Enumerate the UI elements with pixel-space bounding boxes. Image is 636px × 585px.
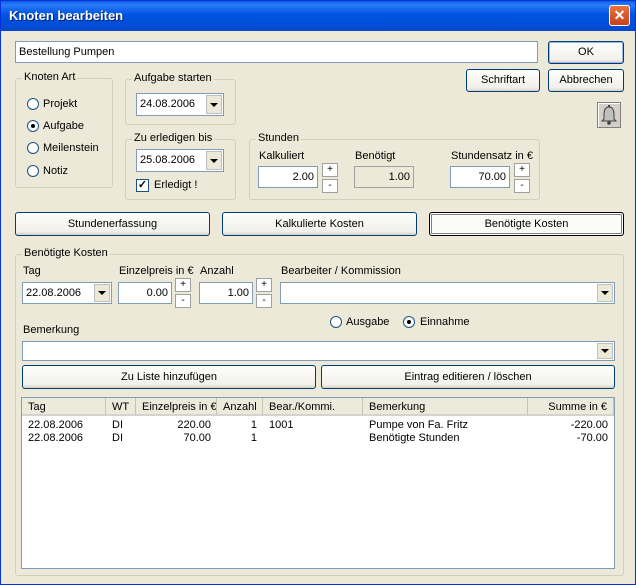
cancel-button[interactable]: Abbrechen [548,69,624,92]
table-cell: DI [112,432,123,444]
font-button[interactable]: Schriftart [466,69,540,92]
table-cell: 1 [250,419,257,431]
anzahl-input[interactable]: 1.00 [199,282,253,304]
column-header-bearbeiter[interactable]: Bear./Kommi. [263,398,363,416]
bemerkung-combo[interactable] [22,341,615,361]
knoten-art-title: Knoten Art [22,71,78,83]
done-label: Erledigt ! [154,179,198,191]
radio-meilenstein-label: Meilenstein [43,142,99,154]
table-cell: 70.00 [183,432,211,444]
add-to-list-button[interactable]: Zu Liste hinzufügen [22,365,316,389]
radio-projekt-label: Projekt [43,98,78,110]
tab-benoetigte-kosten[interactable]: Benötigte Kosten [429,212,624,236]
table-cell: Pumpe von Fa. Fritz [369,419,469,431]
benoetigte-kosten-title: Benötigte Kosten [22,247,110,259]
bemerkung-label: Bemerkung [23,324,80,336]
zu-erledigen-title: Zu erledigen bis [132,132,215,144]
tab-stundenerfassung[interactable]: Stundenerfassung [15,212,210,236]
einzelpreis-plus-button[interactable]: + [175,278,191,292]
cost-list[interactable]: Tag WT Einzelpreis in € Anzahl Bear./Kom… [21,397,615,569]
radio-notiz-label: Notiz [43,165,69,177]
chevron-down-icon[interactable] [597,284,613,302]
table-cell: -220.00 [570,419,608,431]
radio-aufgabe[interactable] [27,120,39,132]
stundensatz-input[interactable]: 70.00 [450,166,510,188]
done-checkbox[interactable]: ✓ [136,179,149,192]
radio-notiz[interactable] [27,165,39,177]
benoetigt-label: Benötigt [355,150,396,162]
radio-projekt[interactable] [27,98,39,110]
radio-aufgabe-label: Aufgabe [43,120,84,132]
start-date-picker[interactable]: 24.08.2006 [136,93,224,116]
table-cell: Benötigte Stunden [369,432,460,444]
radio-ausgabe[interactable] [330,316,342,328]
window-title: Knoten bearbeiten [9,8,124,23]
bearbeiter-combo[interactable] [280,282,615,304]
radio-einnahme-label: Einnahme [420,316,470,328]
column-header-summe[interactable]: Summe in € [528,398,614,416]
kalkuliert-label: Kalkuliert [259,150,305,162]
radio-einnahme[interactable] [403,316,415,328]
close-button[interactable]: ✕ [609,5,630,26]
anzahl-minus-button[interactable]: - [256,294,272,308]
column-header-bemerkung[interactable]: Bemerkung [363,398,528,416]
stunden-title: Stunden [256,132,301,144]
column-header-anzahl[interactable]: Anzahl [217,398,263,416]
einzelpreis-minus-button[interactable]: - [175,294,191,308]
table-cell: 22.08.2006 [28,432,84,444]
benoetigt-value: 1.00 [354,166,414,188]
chevron-down-icon[interactable] [206,151,222,170]
node-name-input[interactable]: Bestellung Pumpen [15,41,538,63]
tag-label: Tag [23,265,41,277]
stundensatz-minus-button[interactable]: - [514,179,530,193]
radio-meilenstein[interactable] [27,142,39,154]
table-cell: DI [112,419,123,431]
chevron-down-icon[interactable] [597,343,613,359]
column-header-wt[interactable]: WT [106,398,136,416]
kalkuliert-plus-button[interactable]: + [322,163,338,177]
stundensatz-plus-button[interactable]: + [514,163,530,177]
tag-date-value: 22.08.2006 [26,287,82,299]
due-date-value: 25.08.2006 [140,154,196,166]
aufgabe-starten-title: Aufgabe starten [132,72,214,84]
table-cell: -70.00 [576,432,608,444]
einzelpreis-label: Einzelpreis in € [119,265,194,277]
anzahl-plus-button[interactable]: + [256,278,272,292]
einzelpreis-input[interactable]: 0.00 [118,282,172,304]
chevron-down-icon[interactable] [206,95,222,114]
kalkuliert-minus-button[interactable]: - [322,179,338,193]
table-cell: 220.00 [177,419,211,431]
table-cell: 1001 [269,419,294,431]
tag-date-picker[interactable]: 22.08.2006 [22,282,112,304]
edit-entry-button[interactable]: Eintrag editieren / löschen [321,365,615,389]
tab-kalkulierte-kosten[interactable]: Kalkulierte Kosten [222,212,417,236]
start-date-value: 24.08.2006 [140,98,196,110]
table-cell: 1 [250,432,257,444]
bell-button[interactable] [597,102,621,128]
dialog-window: Knoten bearbeiten ✕ Bestellung Pumpen OK… [0,0,636,585]
radio-ausgabe-label: Ausgabe [346,316,390,328]
bearbeiter-label: Bearbeiter / Kommission [281,265,401,277]
ok-button[interactable]: OK [548,41,624,64]
bell-icon [600,105,618,125]
table-cell: 22.08.2006 [28,419,84,431]
chevron-down-icon[interactable] [94,284,110,302]
stundensatz-label: Stundensatz in € [451,150,533,162]
due-date-picker[interactable]: 25.08.2006 [136,149,224,172]
column-header-tag[interactable]: Tag [22,398,106,416]
anzahl-label: Anzahl [200,265,234,277]
column-header-einzelpreis[interactable]: Einzelpreis in € [136,398,217,416]
kalkuliert-input[interactable]: 2.00 [258,166,318,188]
title-bar: Knoten bearbeiten ✕ [1,1,635,31]
